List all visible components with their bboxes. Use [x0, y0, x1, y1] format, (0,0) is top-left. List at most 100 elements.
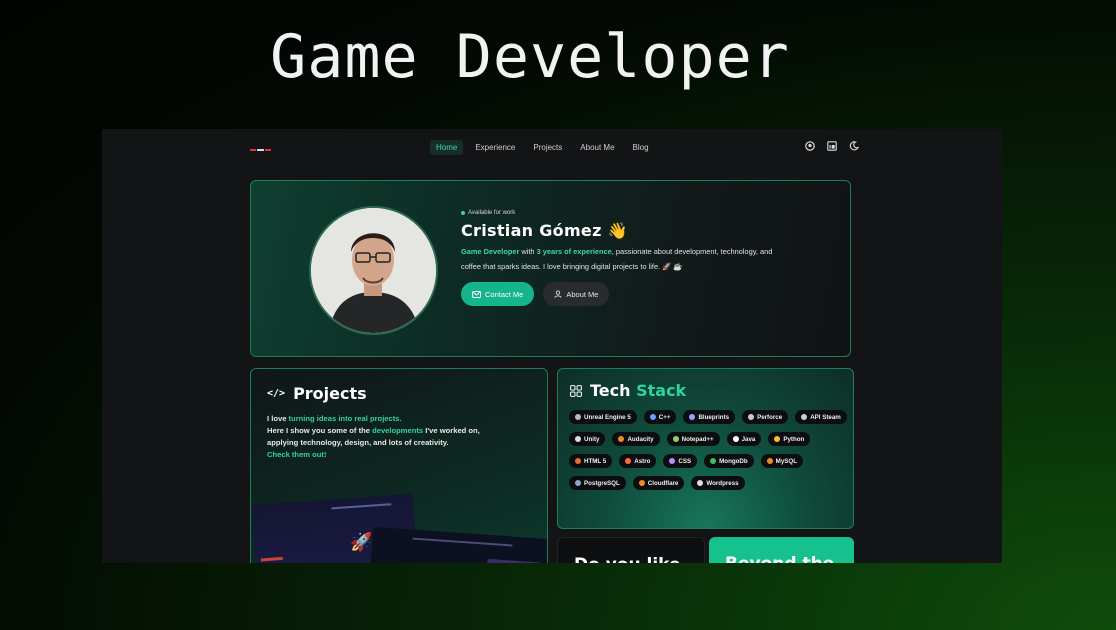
bio-experience: 3 years of experience	[536, 247, 612, 256]
mysql-icon	[766, 458, 773, 464]
tech-pill-label: MySQL	[775, 457, 797, 465]
projects-cta[interactable]: Check them out!	[267, 450, 327, 459]
likes-card-text: Do you like	[574, 555, 681, 563]
hero-card: Available for work Cristian Gómez 👋 Game…	[250, 180, 851, 357]
hero-buttons: Contact Me About Me	[461, 282, 791, 306]
nav-link-experience[interactable]: Experience	[469, 140, 521, 155]
nav-link-about[interactable]: About Me	[574, 140, 620, 155]
user-icon	[554, 290, 562, 298]
html-icon	[575, 458, 581, 464]
page-heading: Game Developer	[270, 22, 790, 92]
astro-icon	[625, 458, 632, 464]
tech-pill: Unreal Engine 5	[569, 410, 637, 424]
theme-toggle-icon[interactable]	[848, 141, 860, 153]
beyond-card[interactable]: Beyond the	[709, 537, 854, 563]
top-nav: Home Experience Projects About Me Blog	[102, 129, 1002, 165]
bio-with: with	[519, 247, 537, 256]
tech-pill-label: API Steam	[810, 413, 841, 421]
site-logo[interactable]	[250, 144, 272, 151]
cpp-icon	[649, 414, 656, 420]
tech-pill-label: HTML 5	[584, 457, 607, 465]
code-icon: </>	[267, 388, 286, 399]
java-icon	[732, 436, 739, 442]
tech-pill: Notepad++	[666, 432, 720, 446]
tech-pill: Unity	[569, 432, 606, 446]
profile-bio: Game Developer with 3 years of experienc…	[461, 244, 791, 274]
website-screenshot: Home Experience Projects About Me Blog A…	[102, 129, 1002, 563]
about-button[interactable]: About Me	[543, 282, 610, 306]
tech-pill: MySQL	[760, 454, 803, 468]
project-preview-2[interactable]	[369, 526, 547, 563]
tech-pills: Unreal Engine 5 C++ Blueprints Perforce API …	[569, 410, 849, 490]
tech-pill-label: CSS	[678, 457, 692, 465]
unreal-icon	[575, 414, 581, 420]
nav-link-home[interactable]: Home	[430, 140, 464, 155]
audacity-icon	[618, 436, 625, 442]
availability-label: Available for work	[468, 210, 516, 216]
tech-pill-label: Notepad++	[681, 435, 714, 443]
contact-label: Contact Me	[485, 289, 524, 299]
tech-pill-label: C++	[658, 413, 671, 421]
tech-title-b: Stack	[636, 381, 687, 400]
beyond-card-text: Beyond the	[725, 554, 834, 563]
projects-card[interactable]: </> Projects I love turning ideas into r…	[250, 368, 548, 563]
tech-pill: PostgreSQL	[569, 476, 626, 490]
postgresql-icon	[575, 480, 581, 486]
nav-link-projects[interactable]: Projects	[527, 140, 568, 155]
tech-pill: Java	[726, 432, 762, 446]
tech-pill: Cloudflare	[632, 476, 685, 490]
tech-stack-title: Tech Stack	[570, 381, 686, 400]
mongodb-icon	[710, 458, 717, 464]
likes-card[interactable]: Do you like	[557, 537, 705, 563]
projects-title-text: Projects	[293, 384, 367, 403]
tech-pill: C++	[643, 410, 677, 424]
tech-pill-label: Perforce	[757, 413, 783, 421]
cloudflare-icon	[638, 480, 645, 486]
mail-icon	[472, 290, 481, 298]
tech-pill-label: Unity	[584, 435, 600, 443]
bio-role: Game Developer	[461, 247, 520, 256]
grid-icon	[570, 384, 582, 397]
github-icon[interactable]	[804, 141, 816, 153]
tech-pill: Perforce	[742, 410, 789, 424]
hero-text: Available for work Cristian Gómez 👋 Game…	[461, 210, 791, 306]
nav-icons	[804, 141, 860, 153]
steam-icon	[801, 414, 808, 420]
css-icon	[669, 458, 676, 464]
tech-pill: Blueprints	[683, 410, 736, 424]
tech-pill-label: Unreal Engine 5	[584, 413, 631, 421]
nav-links: Home Experience Projects About Me Blog	[430, 140, 661, 155]
rocket-icon: 🚀	[350, 532, 373, 553]
python-icon	[774, 436, 781, 442]
about-label: About Me	[566, 289, 599, 299]
tech-pill-label: Blueprints	[698, 413, 730, 421]
nav-link-blog[interactable]: Blog	[627, 140, 655, 155]
tech-pill: Wordpress	[691, 476, 745, 490]
profile-photo	[309, 206, 438, 335]
tech-pill-label: Cloudflare	[647, 479, 679, 487]
proj-line2-highlight: developments	[372, 426, 424, 435]
tech-stack-card: Tech Stack Unreal Engine 5 C++ Blueprints P…	[557, 368, 854, 529]
profile-name: Cristian Gómez 👋	[461, 221, 628, 240]
projects-title: </> Projects	[267, 384, 367, 403]
tech-pill: HTML 5	[569, 454, 613, 468]
wordpress-icon	[697, 480, 704, 486]
perforce-icon	[748, 414, 755, 420]
projects-description: I love turning ideas into real projects.…	[267, 413, 507, 461]
linkedin-icon[interactable]	[826, 141, 838, 153]
tech-pill: API Steam	[795, 410, 847, 424]
notepad-icon	[672, 436, 679, 442]
proj-line1-highlight: turning ideas into real projects.	[288, 414, 402, 423]
blueprints-icon	[689, 414, 696, 420]
tech-pill-label: Wordpress	[706, 479, 739, 487]
tech-pill-label: Astro	[634, 457, 651, 465]
tech-pill: CSS	[663, 454, 698, 468]
proj-line2-prefix: Here I show you some of the	[267, 426, 373, 435]
tech-pill-label: Java	[741, 435, 756, 443]
status-dot	[461, 211, 465, 215]
contact-button[interactable]: Contact Me	[461, 282, 535, 306]
tech-pill-label: Audacity	[627, 435, 654, 443]
proj-line1-prefix: I love	[267, 414, 289, 423]
availability-badge: Available for work	[461, 210, 791, 216]
tech-pill-label: Python	[783, 435, 805, 443]
